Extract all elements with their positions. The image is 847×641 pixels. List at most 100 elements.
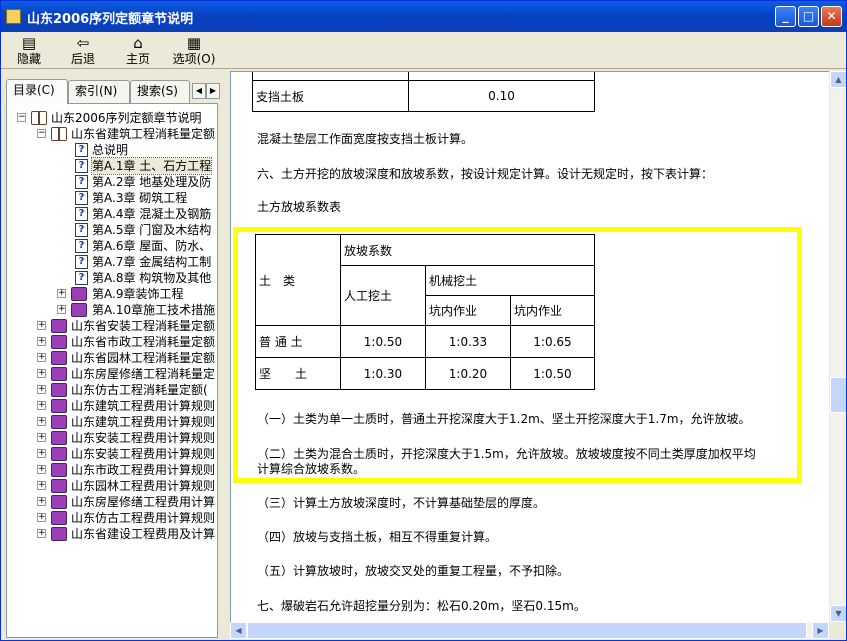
scroll-thumb[interactable] <box>830 377 846 413</box>
open-book-icon <box>31 111 47 125</box>
tree-item-book[interactable]: + 山东房屋修缮工程消耗量定 <box>7 366 217 382</box>
help-topic-icon: ? <box>75 223 88 237</box>
expand-icon[interactable]: + <box>37 497 46 506</box>
collapse-icon[interactable]: − <box>37 129 46 138</box>
tree-item-book[interactable]: + 山东省安装工程消耗量定额 <box>7 318 217 334</box>
tree-item-book[interactable]: + 山东省建设工程费用及计算 <box>7 526 217 542</box>
tree-item-topic[interactable]: ? 第A.6章 屋面、防水、 <box>7 238 217 254</box>
tree-item-chapter[interactable]: + 第A.10章施工技术措施 <box>7 302 217 318</box>
home-button[interactable]: ⌂ 主页 <box>122 34 154 68</box>
help-topic-icon: ? <box>75 159 88 173</box>
expand-icon[interactable]: + <box>57 305 66 314</box>
expand-icon[interactable]: + <box>37 401 46 410</box>
expand-icon[interactable]: + <box>37 337 46 346</box>
tree-item-topic[interactable]: ? 第A.7章 金属结构工制 <box>7 254 217 270</box>
tree-item-book[interactable]: + 山东园林工程费用计算规则 <box>7 478 217 494</box>
hide-button[interactable]: ▤ 隐藏 <box>13 34 45 68</box>
expand-icon[interactable]: + <box>37 417 46 426</box>
help-window: 山东2006序列定额章节说明 _ □ ✕ ▤ 隐藏 ⇦ 后退 ⌂ 主页 ▦ 选项… <box>0 0 847 641</box>
closed-book-icon <box>51 463 67 477</box>
tree-item-book[interactable]: + 山东市政工程费用计算规则 <box>7 462 217 478</box>
tree-label: 第A.3章 砌筑工程 <box>92 191 188 205</box>
tab-index[interactable]: 索引(N) <box>68 80 130 103</box>
paragraph: 七、爆破岩石允许超挖量分别为：松石0.20m，坚石0.15m。 <box>257 599 586 613</box>
tree-label: 山东省建筑工程消耗量定额 <box>71 127 216 141</box>
tree-label: 第A.1章 土、石方工程 <box>90 157 213 175</box>
closed-book-icon <box>51 479 67 493</box>
maximize-button[interactable]: □ <box>798 6 819 27</box>
paragraph: （五）计算放坡时，放坡交叉处的重复工程量，不予扣除。 <box>257 564 570 578</box>
tab-search[interactable]: 搜索(S) <box>130 80 190 103</box>
hscroll-thumb[interactable] <box>247 622 807 639</box>
scroll-corner <box>829 622 846 639</box>
window-title: 山东2006序列定额章节说明 <box>27 12 194 27</box>
tree-label: 总说明 <box>92 143 129 157</box>
tree-root[interactable]: − 山东2006序列定额章节说明 <box>7 110 217 126</box>
tree-item-topic[interactable]: ? 第A.5章 门窗及木结构 <box>7 222 217 238</box>
tab-left-arrow-icon[interactable]: ◀ <box>192 83 206 99</box>
top-table: 支挡土板 0.10 <box>252 72 595 112</box>
back-button[interactable]: ⇦ 后退 <box>67 34 99 68</box>
tree-item-book[interactable]: + 山东建筑工程费用计算规则 <box>7 414 217 430</box>
close-button[interactable]: ✕ <box>821 6 842 27</box>
options-label: 选项(O) <box>172 52 216 66</box>
tab-right-arrow-icon[interactable]: ▶ <box>206 83 220 99</box>
tree-item-book[interactable]: + 山东省园林工程消耗量定额 <box>7 350 217 366</box>
nav-tabs: 目录(C) 索引(N) 搜索(S) ◀ ▶ <box>6 79 220 104</box>
tree-item-book[interactable]: + 山东省市政工程消耗量定额 <box>7 334 217 350</box>
expand-icon[interactable]: + <box>37 369 46 378</box>
closed-book-icon <box>51 319 67 333</box>
tree-label: 山东省安装工程消耗量定额 <box>71 319 216 333</box>
tab-contents[interactable]: 目录(C) <box>6 79 68 104</box>
collapse-icon[interactable]: − <box>17 113 26 122</box>
hide-pane-icon: ▤ <box>21 34 37 52</box>
horizontal-scrollbar[interactable]: ◀ ▶ <box>230 622 829 639</box>
expand-icon[interactable]: + <box>37 353 46 362</box>
closed-book-icon <box>51 335 67 349</box>
expand-icon[interactable]: + <box>57 289 66 298</box>
highlight-box <box>233 227 802 483</box>
minimize-button[interactable]: _ <box>775 6 796 27</box>
tree-item-topic[interactable]: ? 总说明 <box>7 142 217 158</box>
tree-group-building[interactable]: − 山东省建筑工程消耗量定额 <box>7 126 217 142</box>
pane-splitter[interactable] <box>223 71 229 640</box>
tree-label: 山东省市政工程消耗量定额 <box>71 335 216 349</box>
expand-icon[interactable]: + <box>37 385 46 394</box>
closed-book-icon <box>51 527 67 541</box>
tree-item-topic[interactable]: ? 第A.2章 地基处理及防 <box>7 174 217 190</box>
tree-label: 山东安装工程费用计算规则 <box>71 431 216 445</box>
vertical-scrollbar[interactable]: ▲ ▼ <box>829 71 846 622</box>
tree-item-topic[interactable]: ? 第A.3章 砌筑工程 <box>7 190 217 206</box>
tree-label: 第A.2章 地基处理及防 <box>92 175 212 189</box>
tree-item-chapter[interactable]: + 第A.9章装饰工程 <box>7 286 217 302</box>
expand-icon[interactable]: + <box>37 481 46 490</box>
help-topic-icon: ? <box>75 271 88 285</box>
scroll-up-icon[interactable]: ▲ <box>830 71 846 88</box>
closed-book-icon <box>71 303 87 317</box>
tree-item-book[interactable]: + 山东安装工程费用计算规则 <box>7 430 217 446</box>
tree-item-book[interactable]: + 山东仿古工程消耗量定额( <box>7 382 217 398</box>
tree-item-book[interactable]: + 山东建筑工程费用计算规则 <box>7 398 217 414</box>
expand-icon[interactable]: + <box>37 321 46 330</box>
scroll-left-icon[interactable]: ◀ <box>230 622 247 639</box>
scroll-right-icon[interactable]: ▶ <box>812 622 829 639</box>
expand-icon[interactable]: + <box>37 529 46 538</box>
tree-item-book[interactable]: + 山东房屋修缮工程费用计算 <box>7 494 217 510</box>
expand-icon[interactable]: + <box>37 433 46 442</box>
tree-item-book[interactable]: + 山东仿古工程费用计算规则 <box>7 510 217 526</box>
tree-item-topic[interactable]: ? 第A.4章 混凝土及钢筋 <box>7 206 217 222</box>
expand-icon[interactable]: + <box>37 465 46 474</box>
tree-item-book[interactable]: + 山东安装工程费用计算规则 <box>7 446 217 462</box>
options-button[interactable]: ▦ 选项(O) <box>169 34 219 68</box>
tree-label: 第A.9章装饰工程 <box>92 287 184 301</box>
expand-icon[interactable]: + <box>37 449 46 458</box>
paragraph: 混凝土垫层工作面宽度按支挡土板计算。 <box>257 132 474 146</box>
help-topic-icon: ? <box>75 191 88 205</box>
expand-icon[interactable]: + <box>37 513 46 522</box>
tree-label: 山东仿古工程消耗量定额( <box>71 383 208 397</box>
home-label: 主页 <box>125 52 150 66</box>
tree-item-topic[interactable]: ? 第A.1章 土、石方工程 <box>7 157 217 175</box>
scroll-down-icon[interactable]: ▼ <box>830 605 846 622</box>
tree-item-topic[interactable]: ? 第A.8章 构筑物及其他 <box>7 270 217 286</box>
navigation-pane: 目录(C) 索引(N) 搜索(S) ◀ ▶ − 山东2006序列定额章节说明 −… <box>3 71 223 640</box>
